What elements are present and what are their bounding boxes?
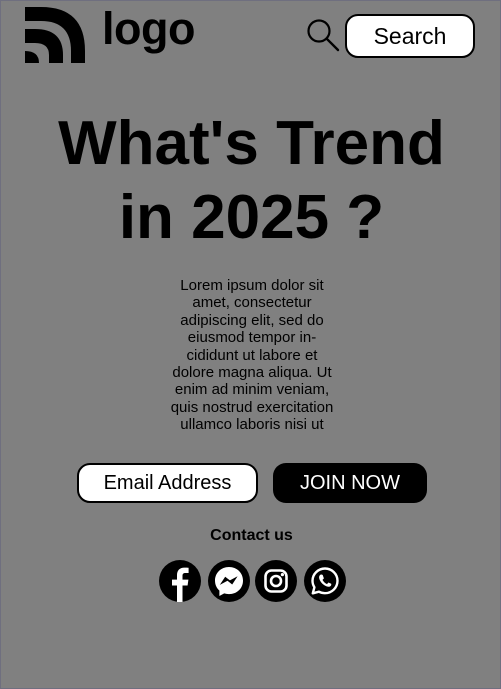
hero-description: Lorem ipsum dolor sit amet, consectetur ad… [159,277,345,434]
description-line: Lorem ipsum dolor sit [180,277,324,294]
description-line: eiusmod tempor in- [187,329,317,347]
join-now-button[interactable]: JOIN NOW [273,463,427,503]
search-button[interactable]: Search [345,14,475,58]
headline-line-2: in 2025 ? [118,183,385,252]
logo-icon[interactable] [25,7,85,63]
description-line: ullamco laboris nisi ut [180,416,324,434]
description-line: amet, consectetur [192,294,312,312]
description-line: adipiscing elit, sed do [180,311,324,329]
email-field[interactable] [77,463,258,503]
description-line: quis nostrud exercitation [170,398,334,416]
headline-line-1: What's Trend [58,109,445,178]
description-line: dolore magna aliqua. Ut [172,364,332,382]
contact-label: Contact us [210,527,293,544]
page-title: What's Trend in 2025 ? [1,107,500,255]
description-line: cididunt ut labore et [186,346,318,364]
description-line: enim ad minim veniam, [174,381,330,399]
messenger-icon[interactable] [208,560,250,602]
instagram-icon[interactable] [255,560,297,602]
search-icon[interactable] [306,18,340,52]
whatsapp-icon[interactable] [304,560,346,602]
landing-page: logo Search What's Trend in 2025 ? Lorem … [0,0,501,689]
logo-text[interactable]: logo [102,6,195,51]
facebook-icon[interactable] [159,560,201,602]
